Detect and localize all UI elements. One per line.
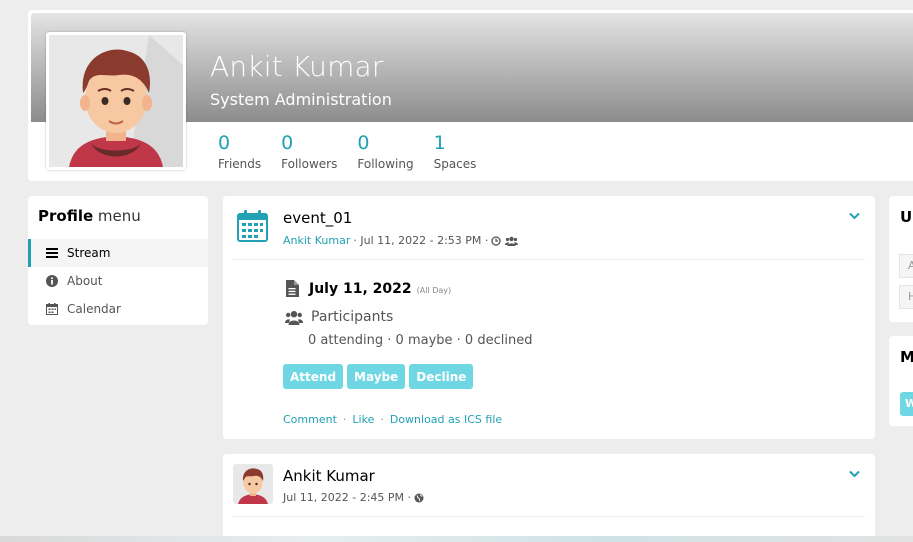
event-timestamp[interactable]: · Jul 11, 2022 - 2:53 PM · [353,234,488,247]
post-author-name[interactable]: Ankit Kumar [283,467,375,485]
stat-spaces[interactable]: 1 Spaces [434,131,477,171]
comment-link[interactable]: Comment [283,413,337,426]
stat-value: 1 [433,132,446,154]
post-stream-entry: Ankit Kumar Jul 11, 2022 - 2:45 PM · [223,454,875,542]
separator: · [342,413,347,426]
stat-following[interactable]: 0 Following [357,131,413,171]
taskbar-edge [0,536,913,542]
chevron-down-icon[interactable] [849,467,860,481]
side-panel-row[interactable]: H [899,285,913,309]
event-date: July 11, 2022 [309,280,412,297]
decline-button[interactable]: Decline [409,364,474,389]
divider [233,516,865,517]
clock-icon [491,235,502,246]
participants-row: Participants [285,309,393,325]
maybe-button[interactable]: Maybe [347,364,406,389]
profile-menu: Profile menu Stream About Calendar [28,196,208,325]
post-timestamp[interactable]: Jul 11, 2022 - 2:45 PM · [283,491,411,504]
stat-label: Following [357,157,414,171]
event-date-row: July 11, 2022 (All Day) [285,280,451,297]
like-link[interactable]: Like [352,413,374,426]
side-panel-button[interactable]: W [900,392,913,416]
event-author-link[interactable]: Ankit Kumar [283,234,350,247]
participants-label[interactable]: Participants [311,309,393,325]
calendar-icon [237,210,268,246]
profile-stats: 0 Friends 0 Followers 0 Following 1 Spac… [218,131,496,171]
stat-label: Spaces [433,157,477,171]
globe-icon [414,493,424,503]
profile-name: Ankit Kumar [210,50,384,83]
profile-subtitle: System Administration [210,90,392,109]
stat-value: 0 [218,132,231,154]
profile-header: Ankit Kumar System Administration 0 Frie… [28,10,913,181]
post-author-avatar[interactable] [233,464,273,504]
side-panel-row[interactable]: A [899,254,913,278]
calendar-icon [45,303,59,315]
attend-button[interactable]: Attend [283,364,344,389]
menu-item-label: About [67,274,103,288]
menu-item-stream[interactable]: Stream [28,239,208,267]
rsvp-buttons: Attend Maybe Decline [283,364,477,389]
side-panel-title: U [900,208,913,226]
menu-title-rest: menu [97,207,141,225]
side-panel-2: M W [889,336,913,426]
side-panel-1: U A H [889,196,913,322]
stat-label: Friends [218,157,262,171]
stat-label: Followers [281,157,338,171]
menu-title-bold: Profile [38,207,94,225]
info-circle-icon [45,275,59,287]
stat-value: 0 [357,132,370,154]
profile-avatar[interactable] [46,32,186,170]
event-actions: Comment · Like · Download as ICS file [283,413,502,426]
side-panel-title: M [900,348,913,366]
file-icon [285,280,299,297]
participant-counts[interactable]: 0 attending · 0 maybe · 0 declined [308,333,532,348]
event-title[interactable]: event_01 [283,209,352,227]
menu-item-label: Calendar [67,302,121,316]
users-icon [505,236,519,246]
post-meta: Jul 11, 2022 - 2:45 PM · [283,491,424,504]
stat-followers[interactable]: 0 Followers [281,131,337,171]
event-all-day: (All Day) [416,285,452,295]
separator: · [380,413,384,426]
download-ics-link[interactable]: Download as ICS file [390,413,502,426]
event-meta: Ankit Kumar · Jul 11, 2022 - 2:53 PM · [283,234,519,247]
stat-friends[interactable]: 0 Friends [218,131,261,171]
chevron-down-icon[interactable] [849,209,860,223]
menu-item-label: Stream [67,246,111,260]
bars-icon [45,248,59,258]
menu-item-calendar[interactable]: Calendar [28,295,208,323]
profile-menu-title: Profile menu [38,207,141,225]
users-icon [285,310,303,325]
menu-item-about[interactable]: About [28,267,208,295]
divider [233,259,865,260]
stat-value: 0 [281,132,294,154]
event-stream-entry: event_01 Ankit Kumar · Jul 11, 2022 - 2:… [223,196,875,439]
